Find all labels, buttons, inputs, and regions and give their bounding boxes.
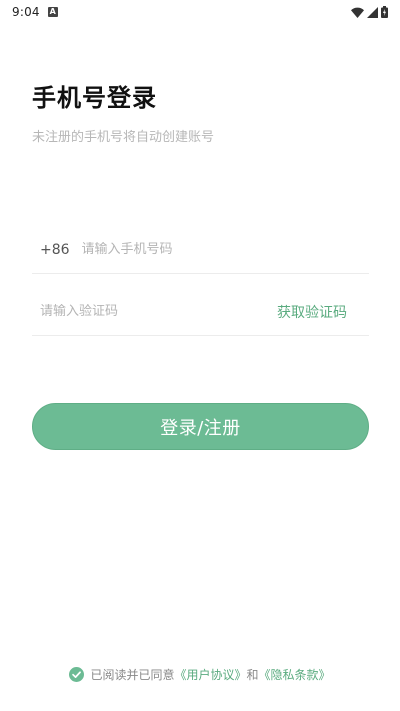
agreement-conjunction: 和 xyxy=(246,668,259,682)
page-title: 手机号登录 xyxy=(32,84,157,112)
agreement-row: 已阅读并已同意 《用户协议》 和 《隐私条款》 xyxy=(0,666,400,683)
status-time: 9:04 xyxy=(12,5,40,19)
get-code-button[interactable]: 获取验证码 xyxy=(277,302,347,322)
privacy-policy-link[interactable]: 《隐私条款》 xyxy=(259,666,331,683)
verification-code-input[interactable] xyxy=(40,304,240,319)
phone-field: +86 xyxy=(32,226,369,274)
verification-code-field: 获取验证码 xyxy=(32,288,369,336)
user-agreement-link[interactable]: 《用户协议》 xyxy=(174,666,246,683)
wifi-icon xyxy=(351,7,364,18)
login-screen: 9:04 A 手机号登录 未注册的手机号将自动创建账号 +86 获取验证码 登录… xyxy=(0,0,400,711)
signal-icon xyxy=(367,6,378,18)
battery-icon xyxy=(381,6,388,18)
phone-input[interactable] xyxy=(81,242,342,257)
status-bar: 9:04 A xyxy=(0,0,400,24)
check-circle-icon[interactable] xyxy=(69,667,85,682)
status-left: 9:04 A xyxy=(12,5,58,19)
login-register-button[interactable]: 登录/注册 xyxy=(32,403,369,450)
country-code-label[interactable]: +86 xyxy=(40,242,70,258)
notification-a-icon: A xyxy=(47,7,58,17)
status-right xyxy=(351,6,388,18)
agreement-prefix: 已阅读并已同意 xyxy=(90,668,175,682)
page-subtitle: 未注册的手机号将自动创建账号 xyxy=(32,130,215,145)
